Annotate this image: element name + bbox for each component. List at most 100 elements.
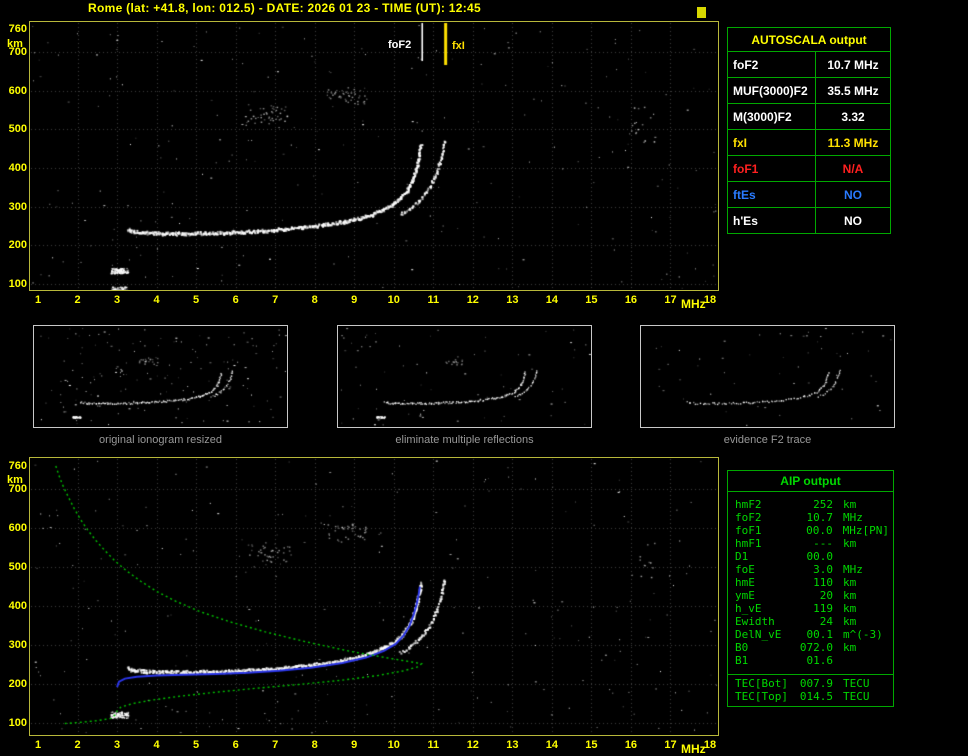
- aip-value: 252: [813, 498, 833, 511]
- aip-name: foF2: [735, 511, 762, 524]
- y-tick-label: 300: [8, 639, 27, 652]
- y-tick-label: 500: [8, 561, 27, 574]
- x-tick-label: 17: [664, 739, 677, 751]
- autoscala-row: foF2 10.7 MHz: [727, 51, 891, 78]
- thumbnail-reflections-canvas: [338, 326, 591, 427]
- aip-name: TEC[Top]: [735, 690, 788, 703]
- aip-row: hmE 110 km: [728, 576, 893, 589]
- thumbnail-caption-3: evidence F2 trace: [723, 434, 812, 446]
- x-tick-label: 15: [585, 739, 598, 751]
- aip-name: hmF1: [735, 537, 762, 550]
- x-tick-label: 8: [311, 739, 318, 751]
- aip-name: DelN_vE: [735, 628, 782, 641]
- x-tick-label: 4: [153, 294, 160, 306]
- ionogram-bottom-panel: [29, 457, 719, 736]
- aip-unit: km: [843, 537, 857, 550]
- x-tick-label: 9: [351, 294, 358, 306]
- param-value: NO: [815, 181, 891, 208]
- x-tick-label: 3: [113, 739, 121, 751]
- param-label: foF1: [727, 155, 816, 182]
- aip-unit: TECU: [843, 677, 870, 690]
- aip-row: TEC[Top] 014.5 TECU: [728, 690, 893, 703]
- aip-row: foE 3.0 MHz: [728, 563, 893, 576]
- x-tick-label: 3: [113, 294, 121, 306]
- aip-unit: km: [843, 615, 857, 628]
- aip-unit: MHz: [842, 524, 863, 537]
- aip-unit: km: [843, 576, 857, 589]
- aip-name: TEC[Bot]: [735, 677, 788, 690]
- aip-value: 014.5: [799, 690, 833, 703]
- x-tick-label: 6: [232, 739, 239, 751]
- aip-row: hmF1 --- km: [728, 537, 893, 550]
- param-label: foF2: [727, 51, 816, 78]
- aip-value: ---: [813, 537, 833, 550]
- aip-value: 072.0: [799, 641, 833, 654]
- aip-row: h_vE 119 km: [728, 602, 893, 615]
- param-value: 10.7 MHz: [815, 51, 891, 78]
- y-tick-label: 200: [8, 678, 27, 691]
- aip-unit: m^(-3): [843, 628, 883, 641]
- yellow-indicator: [697, 7, 706, 18]
- aip-name: hmE: [735, 576, 755, 589]
- aip-extra: [PN]: [862, 524, 890, 537]
- param-label: M(3000)F2: [727, 103, 816, 130]
- autoscala-row: M(3000)F2 3.32: [727, 103, 891, 130]
- x-tick-label: 16: [624, 739, 638, 751]
- thumbnail-original-canvas: [34, 326, 287, 427]
- aip-row: foF1 00.0 MHz [PN]: [728, 524, 893, 537]
- x-tick-label: 5: [193, 739, 200, 751]
- aip-row: Ewidth 24 km: [728, 615, 893, 628]
- x-tick-label: 17: [664, 294, 677, 306]
- aip-header: AIP output: [728, 471, 893, 492]
- y-tick-label: 600: [8, 522, 27, 535]
- autoscala-row: foF1 N/A: [727, 155, 891, 182]
- aip-row: B1 01.6: [728, 654, 893, 667]
- aip-name: h_vE: [735, 602, 762, 615]
- aip-row: hmF2 252 km: [728, 498, 893, 511]
- aip-row: D1 00.0: [728, 550, 893, 563]
- aip-unit: km: [843, 589, 857, 602]
- x-tick-label: 14: [545, 739, 558, 751]
- x-tick-label: 5: [193, 294, 200, 306]
- x-tick-label: 1: [34, 294, 42, 306]
- aip-tec-section: TEC[Bot] 007.9 TECU TEC[Top] 014.5 TECU: [728, 674, 893, 706]
- autoscala-app: Rome (lat: +41.8, lon: 012.5) - DATE: 20…: [0, 0, 968, 756]
- y-tick-label: 200: [8, 239, 27, 252]
- autoscala-header: AUTOSCALA output: [727, 27, 891, 52]
- param-label: fxI: [727, 129, 816, 156]
- y-tick-label: 400: [8, 600, 27, 613]
- autoscala-output-table: AUTOSCALA output foF2 10.7 MHz MUF(3000)F2…: [727, 27, 891, 234]
- autoscala-row: MUF(3000)F2 35.5 MHz: [727, 77, 891, 104]
- ionogram-top-panel: [29, 21, 719, 291]
- autoscala-row: h'Es NO: [727, 207, 891, 234]
- x-tick-label: 13: [506, 739, 519, 751]
- aip-name: B0: [735, 641, 749, 654]
- x-tick-label: 14: [545, 294, 558, 306]
- aip-row: DelN_vE 00.1 m^(-3): [728, 628, 893, 641]
- y-tick-label: 700: [8, 483, 27, 496]
- x-tick-label: 10: [387, 294, 400, 306]
- aip-value: 110: [813, 576, 833, 589]
- aip-name: ymE: [735, 589, 755, 602]
- x-tick-label: 10: [387, 739, 400, 751]
- thumbnail-f2-trace: [640, 325, 895, 428]
- y-tick-label: 400: [8, 162, 27, 175]
- fxI-marker-label: fxI: [452, 40, 465, 52]
- aip-value: 00.1: [806, 628, 834, 641]
- thumbnail-caption-1: original ionogram resized: [99, 434, 222, 446]
- thumbnail-multiple-reflections: [337, 325, 592, 428]
- ionogram-bottom-canvas: [30, 458, 718, 735]
- x-tick-label: 7: [272, 294, 279, 306]
- aip-row: TEC[Bot] 007.9 TECU: [728, 677, 893, 690]
- aip-value: 00.0: [806, 524, 833, 537]
- aip-value: 20: [819, 589, 833, 602]
- x-tick-label: 12: [466, 294, 479, 306]
- aip-unit: TECU: [843, 690, 870, 703]
- aip-rows: hmF2 252 km foF2 10.7 MHz foF1 00.0 MHz [PN] hmF1-…: [728, 492, 893, 667]
- x-tick-label: 7: [272, 739, 279, 751]
- aip-unit: km: [843, 602, 857, 615]
- x-tick-label: 11: [427, 294, 440, 306]
- x-tick-label: 2: [74, 294, 81, 306]
- x-tick-label: 8: [311, 294, 318, 306]
- aip-name: D1: [735, 550, 749, 563]
